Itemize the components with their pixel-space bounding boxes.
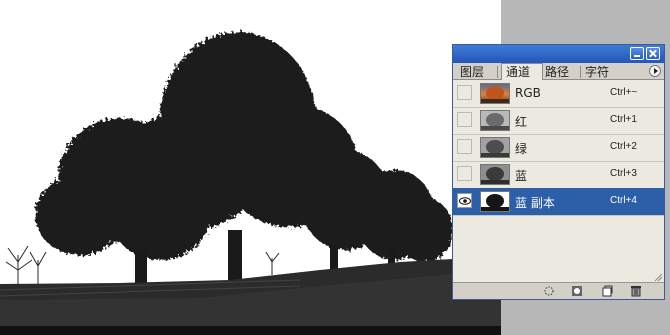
load-selection-icon[interactable] <box>543 285 555 297</box>
tree-thumbnail-icon <box>481 140 509 157</box>
channel-thumbnail <box>480 137 510 158</box>
visibility-toggle[interactable] <box>457 85 472 100</box>
channel-name: 绿 <box>515 142 528 156</box>
channel-shortcut: Ctrl+4 <box>610 195 637 206</box>
channel-thumbnail <box>480 164 510 185</box>
channel-name: 红 <box>515 115 528 129</box>
channel-name: 蓝 <box>515 169 528 183</box>
panel-tabbar: 图层 通道 路径 字符 <box>453 63 664 80</box>
channel-row-green[interactable]: 绿 Ctrl+2 <box>453 134 664 162</box>
tab-divider <box>580 66 581 78</box>
eye-icon <box>459 197 471 205</box>
tree-thumbnail-icon <box>481 86 509 103</box>
visibility-toggle[interactable] <box>457 112 472 127</box>
channel-thumbnail <box>480 83 510 104</box>
channel-thumbnail <box>480 110 510 131</box>
channel-row-red[interactable]: 红 Ctrl+1 <box>453 107 664 135</box>
tab-characters[interactable]: 字符 <box>583 65 611 79</box>
panel-titlebar[interactable] <box>453 45 664 63</box>
delete-channel-icon[interactable] <box>630 285 642 297</box>
channel-shortcut: Ctrl+2 <box>610 141 637 152</box>
tree-thumbnail-icon <box>481 194 509 211</box>
channel-name: RGB <box>515 86 541 100</box>
panel-bottom-toolbar <box>453 282 664 299</box>
visibility-toggle[interactable] <box>457 166 472 181</box>
tab-channels[interactable]: 通道 <box>501 63 543 80</box>
tab-layers[interactable]: 图层 <box>458 65 486 79</box>
tree-silhouette-image <box>0 0 501 335</box>
save-selection-icon[interactable] <box>571 285 583 297</box>
minimize-button[interactable] <box>630 47 644 60</box>
new-channel-icon[interactable] <box>601 285 613 297</box>
channel-thumbnail <box>480 191 510 212</box>
visibility-toggle[interactable] <box>457 139 472 154</box>
visibility-toggle[interactable] <box>457 193 472 208</box>
tree-thumbnail-icon <box>481 167 509 184</box>
channel-shortcut: Ctrl+1 <box>610 114 637 125</box>
channel-row-blue[interactable]: 蓝 Ctrl+3 <box>453 161 664 189</box>
channels-panel: 图层 通道 路径 字符 RGB Ctrl+~ 红 Ctrl+1 绿 Ctrl+2… <box>452 44 665 300</box>
channel-list: RGB Ctrl+~ 红 Ctrl+1 绿 Ctrl+2 蓝 Ctrl+3 蓝 … <box>453 80 664 270</box>
panel-menu-button[interactable] <box>649 65 661 77</box>
tree-thumbnail-icon <box>481 113 509 130</box>
close-button[interactable] <box>646 47 660 60</box>
tab-paths[interactable]: 路径 <box>543 65 571 79</box>
channel-name: 蓝 副本 <box>515 196 555 210</box>
channel-row-rgb[interactable]: RGB Ctrl+~ <box>453 80 664 108</box>
document-canvas[interactable] <box>0 0 501 335</box>
tab-divider <box>497 66 498 78</box>
channel-row-blue-copy[interactable]: 蓝 副本 Ctrl+4 <box>453 188 664 216</box>
resize-grip-icon[interactable] <box>653 272 663 282</box>
channel-shortcut: Ctrl+~ <box>610 87 638 98</box>
channel-shortcut: Ctrl+3 <box>610 168 637 179</box>
